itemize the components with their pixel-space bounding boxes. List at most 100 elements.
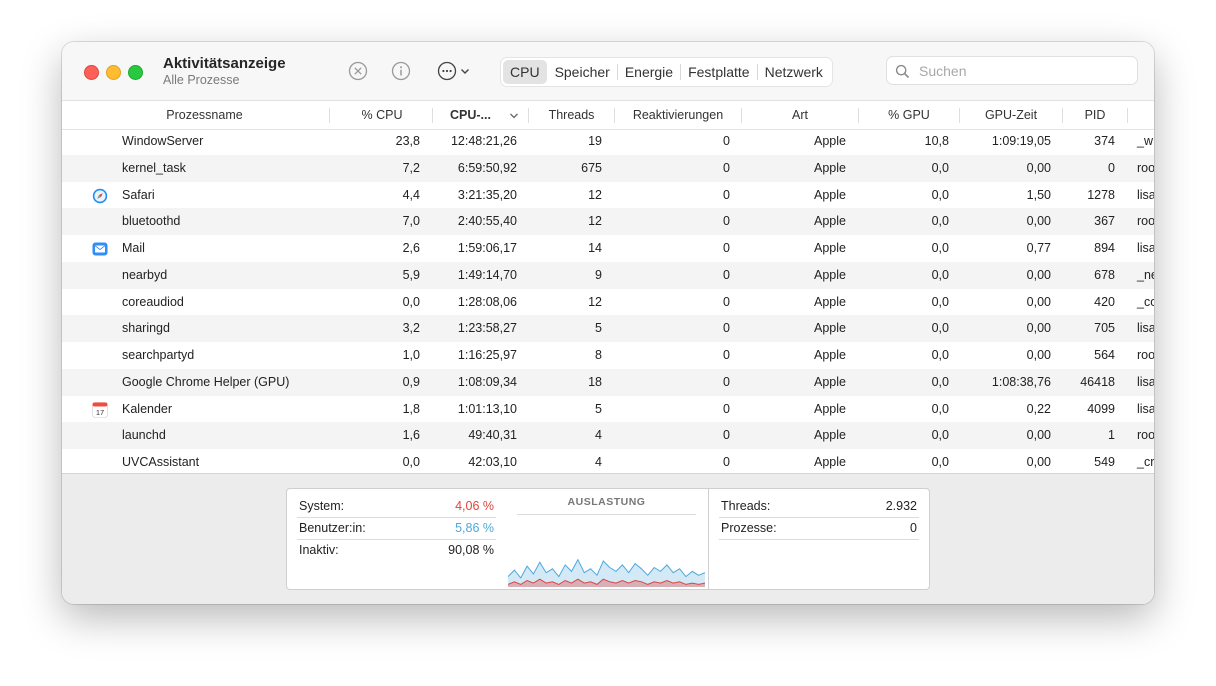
tab-speicher[interactable]: Speicher (548, 60, 617, 84)
threads-processes-panel: Threads: 2.932 Prozesse: 0 (708, 488, 930, 590)
threads-row: Threads: 2.932 (721, 495, 917, 517)
cell-kind: Apple (814, 401, 846, 416)
cell-user: _ne (1137, 267, 1154, 282)
stop-process-icon[interactable] (347, 60, 369, 82)
cell-wakeups: 0 (723, 294, 730, 309)
cell-gpu-time: 1:08:38,76 (991, 374, 1051, 389)
cell-process-name: searchpartyd (122, 348, 195, 362)
tab-cpu[interactable]: CPU (503, 60, 547, 84)
cell-threads: 675 (581, 160, 602, 175)
cell-process-name: coreaudiod (122, 294, 184, 309)
cell-process-name: Kalender (122, 401, 173, 416)
column-header-process-name[interactable]: Prozessname (102, 101, 307, 129)
cell-user: roo (1137, 348, 1154, 362)
more-actions-icon[interactable] (436, 60, 458, 82)
table-row[interactable]: nearbyd 5,9 1:49:14,70 9 0 Apple 0,0 0,00 678 _ne (62, 261, 1154, 289)
table-row[interactable]: searchpartyd 1,0 1:16:25,97 8 0 Apple 0,0 0,00 5… (62, 342, 1154, 369)
table-row[interactable]: kernel_task 7,2 6:59:50,92 675 0 Apple 0,0 0,00… (62, 154, 1154, 182)
close-window-button[interactable] (84, 65, 99, 80)
table-row[interactable]: launchd 1,6 49:40,31 4 0 Apple 0,0 0,00 1 roo (62, 422, 1154, 450)
column-header-kind[interactable]: Art (742, 101, 858, 129)
cell-gpu-time: 0,00 (1026, 428, 1051, 443)
cell-gpu-time: 0,77 (1026, 241, 1051, 255)
column-divider[interactable] (432, 108, 433, 123)
search-input[interactable] (917, 62, 1121, 80)
cell-pid: 367 (1094, 214, 1115, 229)
cell-gpu-time: 0,00 (1026, 160, 1051, 175)
cell-user: roo (1137, 214, 1154, 229)
cell-kind: Apple (814, 136, 846, 148)
cell-user: lisa (1137, 321, 1154, 336)
cell-user: _cr (1137, 455, 1154, 469)
table-row[interactable]: coreaudiod 0,0 1:28:08,06 12 0 Apple 0,0 0,00 42… (62, 289, 1154, 316)
table-row[interactable]: sharingd 3,2 1:23:58,27 5 0 Apple 0,0 0,00 705 li… (62, 315, 1154, 343)
table-row[interactable]: 17 Kalender 1,8 1:01:13,10 5 0 Apple 0,0 0,22 409… (62, 396, 1154, 423)
cell-cpu-time: 3:21:35,20 (457, 187, 517, 202)
cell-gpu-time: 0,00 (1026, 321, 1051, 336)
table-row[interactable]: bluetoothd 7,0 2:40:55,40 12 0 Apple 0,0 0,00 36… (62, 208, 1154, 236)
cell-cpu-percent: 0,0 (402, 294, 420, 309)
cell-kind: Apple (814, 214, 846, 229)
cell-threads: 5 (595, 321, 602, 336)
tab-netzwerk[interactable]: Netzwerk (758, 60, 830, 84)
zoom-window-button[interactable] (128, 65, 143, 80)
column-header-pid[interactable]: PID (1063, 101, 1127, 129)
cell-cpu-time: 2:40:55,40 (457, 214, 517, 229)
column-header-gpu-time[interactable]: GPU-Zeit (960, 101, 1062, 129)
cell-gpu-time: 0,00 (1026, 294, 1051, 309)
cell-gpu-time: 0,00 (1026, 214, 1051, 229)
column-divider[interactable] (1127, 108, 1128, 123)
system-load-value: 4,06 % (455, 499, 494, 513)
search-field[interactable] (886, 56, 1138, 85)
table-header: Prozessname % CPU CPU-... Threads Reakti… (62, 101, 1154, 130)
cell-user: roo (1137, 160, 1154, 175)
graph-title: AUSLASTUNG (567, 496, 646, 508)
cell-wakeups: 0 (723, 428, 730, 443)
cell-cpu-time: 49:40,31 (468, 428, 517, 443)
cell-gpu-time: 1:09:19,05 (991, 136, 1051, 148)
table-row[interactable]: UVCAssistant 0,0 42:03,10 4 0 Apple 0,0 0,00 549… (62, 449, 1154, 473)
cpu-summary-area: System: 4,06 % Benutzer:in: 5,86 % Inakt… (62, 473, 1154, 604)
column-divider[interactable] (329, 108, 330, 123)
cell-pid: 46418 (1080, 374, 1115, 389)
user-load-label: Benutzer:in: (299, 521, 366, 535)
app-title: Aktivitätsanzeige (163, 55, 286, 72)
column-header-cpu-time[interactable]: CPU-... (435, 101, 540, 129)
cell-kind: Apple (814, 160, 846, 175)
processes-label: Prozesse: (721, 521, 777, 535)
cell-threads: 19 (588, 136, 602, 148)
processes-row: Prozesse: 0 (721, 517, 917, 539)
sort-descending-icon (510, 113, 518, 119)
table-row[interactable]: Google Chrome Helper (GPU) 0,9 1:08:09,34 1… (62, 368, 1154, 396)
cell-pid: 0 (1108, 160, 1115, 175)
cell-cpu-percent: 7,2 (402, 160, 420, 175)
column-header-cpu-percent[interactable]: % CPU (332, 101, 432, 129)
column-header-gpu-percent[interactable]: % GPU (859, 101, 959, 129)
cell-kind: Apple (814, 241, 846, 255)
cell-gpu-time: 0,00 (1026, 267, 1051, 282)
user-load-value: 5,86 % (455, 521, 494, 535)
cell-cpu-percent: 23,8 (395, 136, 420, 148)
cell-gpu-percent: 0,0 (931, 348, 949, 362)
table-row[interactable]: WindowServer 23,8 12:48:21,26 19 0 Apple 10,8 1… (62, 136, 1154, 155)
column-header-wakeups[interactable]: Reaktivierungen (615, 101, 741, 129)
cell-gpu-percent: 0,0 (931, 214, 949, 229)
table-row[interactable]: Mail 2,6 1:59:06,17 14 0 Apple 0,0 0,77 894 lisa (62, 235, 1154, 262)
cell-cpu-time: 1:59:06,17 (457, 241, 517, 255)
tab-energie[interactable]: Energie (618, 60, 680, 84)
search-icon (895, 64, 910, 79)
column-header-threads[interactable]: Threads (529, 101, 614, 129)
divider (517, 514, 696, 515)
cell-wakeups: 0 (723, 267, 730, 282)
cell-process-name: launchd (122, 428, 166, 443)
cell-process-name: Mail (122, 241, 145, 255)
cpu-load-panel: System: 4,06 % Benutzer:in: 5,86 % Inakt… (286, 488, 507, 590)
info-icon[interactable] (390, 60, 412, 82)
tab-festplatte[interactable]: Festplatte (681, 60, 756, 84)
app-subtitle[interactable]: Alle Prozesse (163, 73, 239, 87)
chevron-down-icon[interactable] (458, 60, 472, 82)
table-row[interactable]: Safari 4,4 3:21:35,20 12 0 Apple 0,0 1,50 1278 li… (62, 182, 1154, 209)
cell-threads: 5 (595, 401, 602, 416)
minimize-window-button[interactable] (106, 65, 121, 80)
cell-cpu-percent: 4,4 (402, 187, 420, 202)
